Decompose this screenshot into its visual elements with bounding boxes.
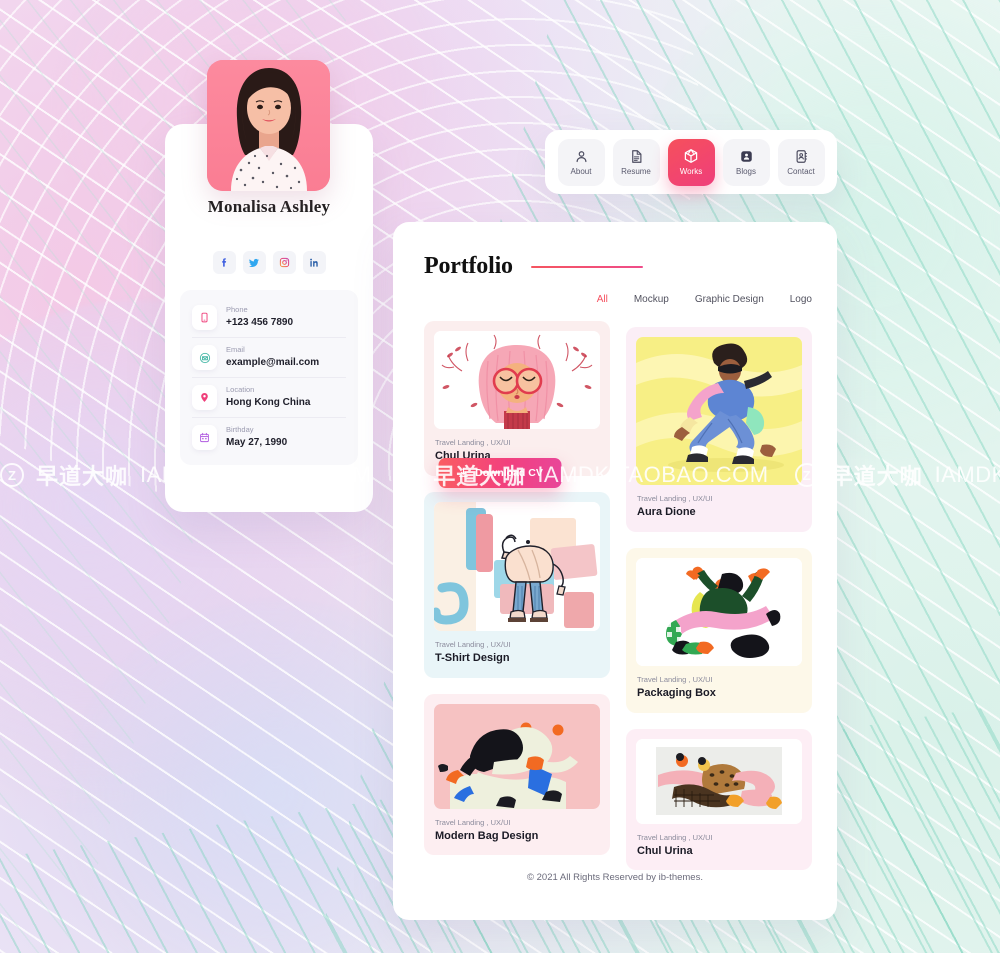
instagram-icon — [279, 257, 289, 268]
portfolio-card-meta: Travel Landing , UX/UI T-Shirt Design — [434, 631, 600, 678]
portfolio-card-meta: Travel Landing , UX/UI Modern Bag Design — [434, 809, 600, 856]
contact-value: May 27, 1990 — [226, 436, 288, 448]
blog-icon — [740, 150, 752, 162]
portfolio-card-aura-dione[interactable]: Travel Landing , UX/UI Aura Dione — [626, 327, 812, 532]
contact-value: example@mail.com — [226, 356, 320, 368]
linkedin-icon — [309, 258, 318, 267]
portfolio-card-title: Packaging Box — [637, 687, 716, 699]
contact-details: Phone +123 456 7890 Email example@mail.c… — [180, 290, 358, 465]
contact-row-location: Location Hong Kong China — [192, 378, 346, 418]
nav-item-works[interactable]: Works — [667, 138, 715, 186]
portfolio-card-category: Travel Landing , UX/UI — [637, 494, 713, 503]
contact-row-phone: Phone +123 456 7890 — [192, 298, 346, 338]
download-icon — [458, 468, 468, 477]
portfolio-column-right: Travel Landing , UX/UI Aura Dione Travel… — [626, 321, 812, 871]
portfolio-card-packaging-box[interactable]: Travel Landing , UX/UI Packaging Box — [626, 547, 812, 713]
running-figures-illustration — [434, 703, 600, 809]
portfolio-thumbnail — [636, 738, 802, 824]
portfolio-card-chul-urina-2[interactable]: Travel Landing , UX/UI Chul Urina — [626, 728, 812, 871]
tshirt-figure-illustration — [434, 501, 600, 631]
portfolio-thumbnail — [434, 331, 600, 429]
portfolio-thumbnail — [434, 501, 600, 631]
contact-row-birthday: Birthday May 27, 1990 — [192, 418, 346, 457]
nav-item-about[interactable]: About — [557, 138, 605, 186]
portfolio-card-meta: Travel Landing , UX/UI Aura Dione — [636, 485, 802, 532]
contact-label: Birthday — [226, 425, 254, 435]
portfolio-filters: All Mockup Graphic Design Logo — [424, 294, 812, 305]
contact-label: Location — [226, 385, 255, 395]
contact-row-email: Email example@mail.com — [192, 338, 346, 378]
filter-logo[interactable]: Logo — [790, 294, 812, 305]
portfolio-header: Portfolio — [424, 253, 643, 280]
jumping-figure-green-illustration — [636, 557, 802, 666]
contact-book-icon — [796, 149, 807, 163]
portfolio-title: Portfolio — [424, 253, 513, 279]
portfolio-card-title: Modern Bag Design — [435, 829, 539, 842]
filter-all[interactable]: All — [597, 294, 608, 305]
nav-item-contact[interactable]: Contact — [777, 138, 825, 186]
portfolio-card-chul-urina-1[interactable]: Travel Landing , UX/UI Chul Urina — [424, 321, 610, 476]
portfolio-thumbnail — [636, 337, 802, 485]
contact-value: Hong Kong China — [226, 396, 311, 408]
main-navigation: About Resume Works Blogs Contact — [545, 130, 837, 194]
portfolio-card-category: Travel Landing , UX/UI — [435, 639, 511, 649]
portfolio-card-category: Travel Landing , UX/UI — [637, 674, 713, 684]
portfolio-card-category: Travel Landing , UX/UI — [637, 832, 713, 842]
portfolio-card-category: Travel Landing , UX/UI — [435, 817, 511, 827]
portfolio-thumbnail — [636, 557, 802, 666]
dancing-figure-yellow-illustration — [636, 337, 802, 485]
page-title: Monalisa Ashley — [207, 197, 331, 216]
nav-label-about: About — [570, 166, 592, 176]
facebook-icon — [221, 258, 226, 267]
girl-pink-glasses-illustration — [434, 331, 600, 429]
portfolio-column-left: Travel Landing , UX/UI Chul Urina Travel… — [424, 321, 610, 870]
email-icon — [192, 345, 217, 370]
portfolio-card-meta: Travel Landing , UX/UI Packaging Box — [636, 666, 802, 713]
social-links — [165, 251, 373, 274]
avatar — [207, 60, 330, 191]
social-link-facebook[interactable] — [212, 251, 236, 274]
nav-label-resume: Resume — [621, 166, 651, 176]
nav-label-works: Works — [679, 167, 703, 176]
portfolio-card-title: Aura Dione — [637, 506, 696, 519]
footer-copyright: © 2021 All Rights Reserved by ib-themes. — [527, 872, 703, 883]
nav-label-blogs: Blogs — [735, 166, 756, 176]
portfolio-card-meta: Travel Landing , UX/UI Chul Urina — [636, 824, 802, 871]
box-icon — [684, 149, 698, 163]
portfolio-card-title: Chul Urina — [637, 844, 693, 857]
title-underline — [530, 265, 643, 268]
portfolio-card-modern-bag-design[interactable]: Travel Landing , UX/UI Modern Bag Design — [424, 693, 610, 856]
contact-label: Phone — [226, 305, 248, 315]
nav-label-contact: Contact — [787, 166, 815, 176]
social-link-instagram[interactable] — [272, 251, 296, 274]
download-cv-label: Download CV — [475, 467, 543, 479]
phone-icon — [192, 305, 217, 330]
portfolio-card-title: T-Shirt Design — [435, 652, 510, 664]
portfolio-card-tshirt-design[interactable]: Travel Landing , UX/UI T-Shirt Design — [424, 491, 610, 678]
twitter-icon — [249, 258, 259, 267]
lying-figures-illustration — [636, 738, 802, 824]
nav-item-resume[interactable]: Resume — [612, 138, 660, 186]
contact-label: Email — [226, 345, 245, 355]
document-icon — [631, 149, 641, 163]
filter-graphic-design[interactable]: Graphic Design — [695, 294, 764, 305]
download-cv-button[interactable]: Download CV — [438, 458, 562, 488]
page-stage: Monalisa Ashley Ui/Ux Designer — [0, 0, 1000, 953]
filter-mockup[interactable]: Mockup — [634, 294, 669, 305]
portfolio-card-category: Travel Landing , UX/UI — [435, 438, 511, 447]
nav-item-blogs[interactable]: Blogs — [722, 138, 770, 186]
portfolio-grid: Travel Landing , UX/UI Chul Urina Travel… — [424, 321, 813, 871]
social-link-twitter[interactable] — [242, 251, 266, 274]
portfolio-thumbnail — [434, 703, 600, 809]
contact-value: +123 456 7890 — [226, 316, 294, 328]
location-icon — [192, 385, 217, 410]
calendar-icon — [192, 425, 217, 450]
user-icon — [576, 150, 586, 162]
social-link-linkedin[interactable] — [302, 251, 326, 274]
